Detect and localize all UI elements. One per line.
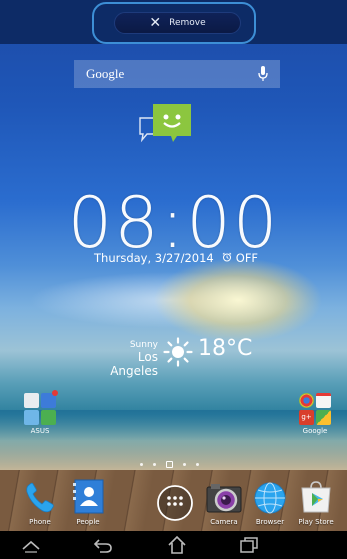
- alarm-value: OFF: [235, 251, 259, 265]
- back-icon[interactable]: [92, 535, 114, 555]
- dock-people[interactable]: People: [66, 478, 110, 526]
- dock-label: Phone: [29, 518, 51, 526]
- remove-drop-bar: ✕ Remove: [0, 0, 347, 44]
- page-indicator[interactable]: [140, 461, 199, 468]
- weather-city: Los Angeles: [110, 350, 158, 378]
- dock-label: Browser: [255, 518, 285, 526]
- browser-icon: [254, 482, 286, 514]
- folder-asus[interactable]: ASUS: [20, 390, 60, 435]
- alarm-clock-icon: [222, 251, 232, 265]
- asus-folder-icon: [24, 390, 58, 425]
- microphone-icon[interactable]: [256, 65, 270, 83]
- date-alarm-line: Thursday, 3/27/2014 OFF: [94, 251, 258, 265]
- home-icon[interactable]: [166, 535, 188, 555]
- play-store-icon: [301, 481, 331, 513]
- close-icon: ✕: [149, 15, 162, 31]
- dock-camera[interactable]: Camera: [202, 481, 246, 526]
- folder-label: Google: [302, 427, 328, 435]
- dock-browser[interactable]: Browser: [248, 481, 292, 526]
- weather-condition: Sunny: [129, 340, 158, 350]
- alarm-status: OFF: [222, 251, 258, 265]
- dock-all-apps[interactable]: [153, 483, 197, 525]
- weather-temperature: 18°C: [198, 336, 253, 361]
- hide-keyboard-icon[interactable]: [20, 535, 42, 555]
- people-icon: [73, 479, 104, 514]
- dock-label: Play Store: [298, 518, 334, 526]
- page-dot[interactable]: [196, 463, 199, 466]
- dock-label: Camera: [210, 518, 238, 526]
- remove-target[interactable]: ✕ Remove: [114, 12, 241, 34]
- recents-icon[interactable]: [238, 535, 260, 555]
- page-dot-active[interactable]: [166, 461, 173, 468]
- phone-icon: [26, 482, 54, 513]
- sun-icon: [163, 337, 193, 367]
- remove-label: Remove: [169, 18, 206, 28]
- dock-phone[interactable]: Phone: [18, 481, 62, 526]
- clock-date: Thursday, 3/27/2014: [94, 251, 214, 265]
- google-folder-icon: g+: [299, 393, 331, 425]
- page-dot[interactable]: [153, 463, 156, 466]
- camera-icon: [206, 484, 242, 513]
- weather-location[interactable]: Sunny Los Angeles: [88, 340, 158, 378]
- folder-google[interactable]: g+ Google: [295, 393, 335, 435]
- google-logo: Google: [86, 66, 125, 81]
- all-apps-icon: [157, 485, 193, 521]
- folder-label: ASUS: [30, 427, 50, 435]
- messaging-smiley-icon[interactable]: [137, 104, 193, 156]
- page-dot[interactable]: [140, 463, 143, 466]
- dock-label: People: [76, 518, 100, 526]
- dock-play-store[interactable]: Play Store: [294, 479, 338, 526]
- google-search-widget[interactable]: Google: [74, 60, 280, 88]
- navigation-bar: [0, 531, 347, 559]
- page-dot[interactable]: [183, 463, 186, 466]
